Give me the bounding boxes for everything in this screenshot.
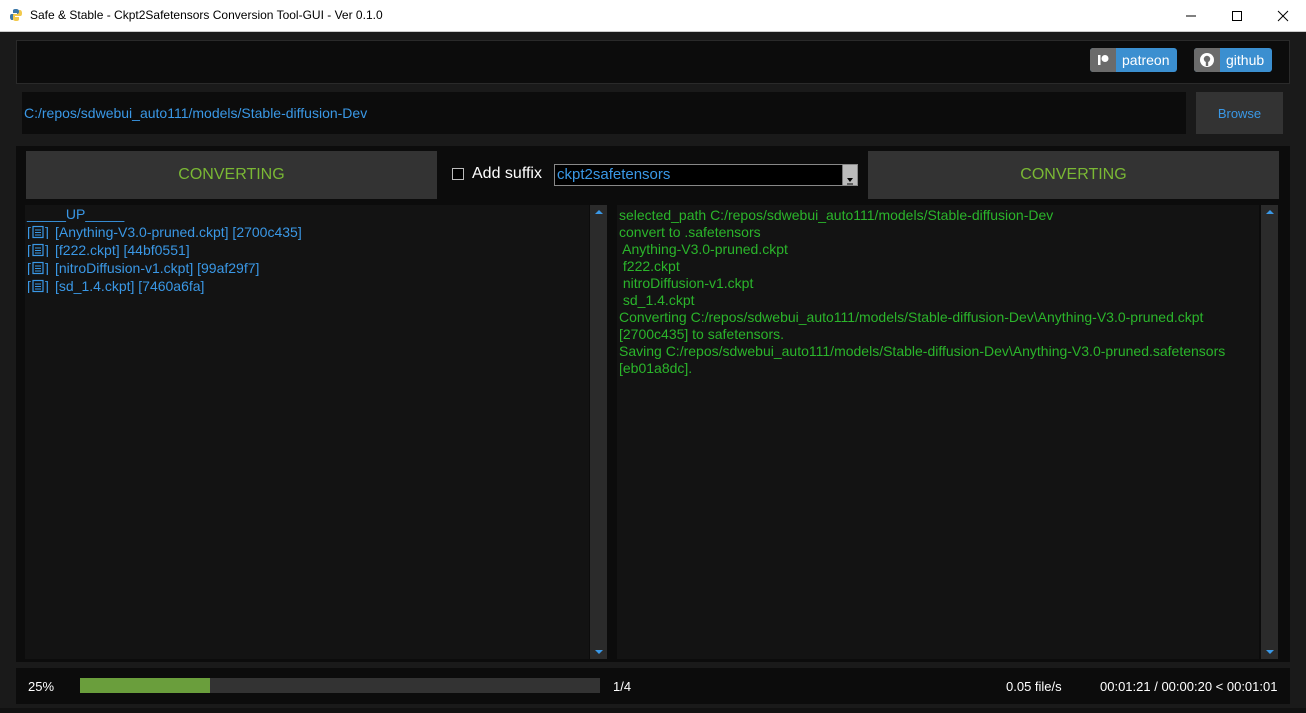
svg-text:]: ]	[45, 279, 49, 293]
list-item[interactable]: [] [sd_1.4.ckpt] [7460a6fa]	[27, 278, 204, 294]
suffix-value: ckpt2safetensors	[557, 166, 671, 183]
svg-text:]: ]	[45, 225, 49, 239]
browse-button[interactable]: Browse	[1196, 92, 1283, 134]
arrow-down-icon	[594, 650, 603, 654]
scroll-down-button[interactable]	[1261, 645, 1278, 659]
log-line: sd_1.4.ckpt	[619, 292, 695, 308]
log-line: convert to .safetensors	[619, 224, 761, 240]
log-line: Saving C:/repos/sdwebui_auto111/models/S…	[619, 343, 1226, 359]
window-title: Safe & Stable - Ckpt2Safetensors Convers…	[30, 8, 383, 22]
svg-text:[: [	[27, 225, 31, 239]
suffix-combobox[interactable]: ckpt2safetensors	[554, 164, 858, 186]
scroll-down-button[interactable]	[590, 645, 607, 659]
progress-count: 1/4	[613, 679, 632, 694]
list-item-up[interactable]: _____UP_____	[27, 206, 124, 222]
file-list[interactable]: _____UP_____ [] [Anything-V3.0-pruned.ck…	[25, 205, 589, 659]
add-suffix-label[interactable]: Add suffix	[472, 165, 542, 183]
svg-text:]: ]	[45, 243, 49, 257]
patreon-label: patreon	[1122, 52, 1170, 68]
arrow-up-icon	[1265, 210, 1274, 214]
arrow-down-icon	[1265, 650, 1274, 654]
file-name: [Anything-V3.0-pruned.ckpt] [2700c435]	[55, 224, 302, 240]
github-label: github	[1226, 52, 1265, 68]
patreon-icon	[1090, 48, 1116, 72]
convert-button-right[interactable]: CONVERTING	[868, 151, 1279, 199]
file-icon: []	[27, 278, 51, 294]
progress-bar	[80, 678, 600, 693]
log-output[interactable]: selected_path C:/repos/sdwebui_auto111/m…	[617, 205, 1259, 659]
maximize-button[interactable]	[1214, 0, 1260, 31]
log-line: Anything-V3.0-pruned.ckpt	[619, 241, 788, 257]
window-titlebar: Safe & Stable - Ckpt2Safetensors Convers…	[0, 0, 1306, 32]
svg-text:[: [	[27, 243, 31, 257]
github-icon	[1194, 48, 1220, 72]
bottom-strip	[0, 708, 1306, 713]
scroll-up-button[interactable]	[1261, 205, 1278, 219]
log-line: [eb01a8dc].	[619, 360, 693, 376]
file-name: [sd_1.4.ckpt] [7460a6fa]	[55, 278, 205, 294]
log-line: f222.ckpt	[619, 258, 680, 274]
file-icon: []	[27, 260, 51, 276]
log-scrollbar[interactable]	[1261, 205, 1278, 659]
svg-text:[: [	[27, 261, 31, 275]
close-button[interactable]	[1260, 0, 1306, 31]
file-name: [nitroDiffusion-v1.ckpt] [99af29f7]	[55, 260, 260, 276]
scroll-up-button[interactable]	[590, 205, 607, 219]
dropdown-button[interactable]	[842, 165, 857, 185]
log-line: [2700c435] to safetensors.	[619, 326, 784, 342]
close-icon	[1277, 10, 1289, 21]
progress-percent: 25%	[28, 679, 55, 694]
progress-rate: 0.05 file/s	[1006, 679, 1062, 694]
svg-text:]: ]	[45, 261, 49, 275]
patreon-button[interactable]: patreon	[1090, 48, 1178, 72]
minimize-icon	[1186, 15, 1196, 16]
list-item[interactable]: [] [f222.ckpt] [44bf0551]	[27, 242, 190, 258]
arrow-up-icon	[594, 210, 603, 214]
python-icon	[10, 9, 22, 21]
list-item[interactable]: [] [Anything-V3.0-pruned.ckpt] [2700c435…	[27, 224, 302, 240]
log-line: Converting C:/repos/sdwebui_auto111/mode…	[619, 309, 1204, 325]
add-suffix-checkbox[interactable]	[452, 168, 464, 180]
chevron-down-icon	[847, 178, 853, 185]
file-name: [f222.ckpt] [44bf0551]	[55, 242, 190, 258]
list-item[interactable]: [] [nitroDiffusion-v1.ckpt] [99af29f7]	[27, 260, 259, 276]
file-icon: []	[27, 224, 51, 240]
maximize-icon	[1232, 10, 1242, 21]
convert-button-left[interactable]: CONVERTING	[26, 151, 437, 199]
github-button[interactable]: github	[1194, 48, 1273, 72]
path-field[interactable]: C:/repos/sdwebui_auto111/models/Stable-d…	[22, 92, 1186, 134]
file-icon: []	[27, 242, 51, 258]
log-line: nitroDiffusion-v1.ckpt	[619, 275, 754, 291]
progress-fill	[80, 678, 210, 693]
svg-text:[: [	[27, 279, 31, 293]
file-list-scrollbar[interactable]	[590, 205, 607, 659]
log-line: selected_path C:/repos/sdwebui_auto111/m…	[619, 207, 1054, 223]
progress-time: 00:01:21 / 00:00:20 < 00:01:01	[1100, 679, 1278, 694]
minimize-button[interactable]	[1168, 0, 1214, 31]
